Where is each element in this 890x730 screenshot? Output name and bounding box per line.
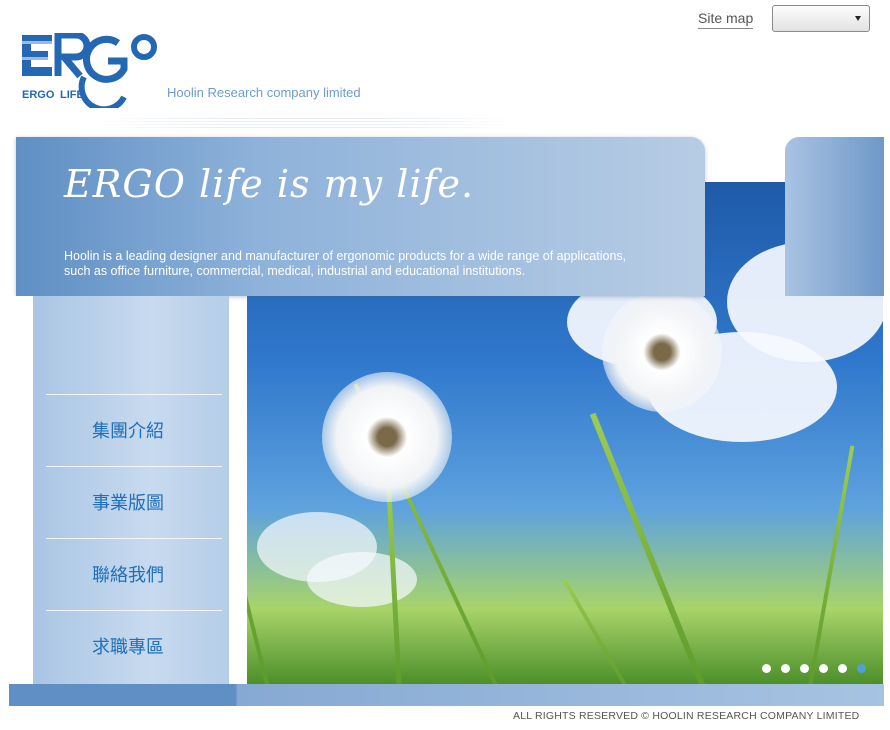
banner-description-line2: such as office furniture, commercial, me… <box>64 264 526 278</box>
hero-banner-side <box>785 137 884 296</box>
slide-dot-1[interactable] <box>762 664 771 673</box>
banner-description-line1: Hoolin is a leading designer and manufac… <box>64 249 627 263</box>
chevron-down-icon <box>855 16 861 21</box>
dandelion-icon <box>602 292 722 412</box>
menu-item-business[interactable]: 事業版圖 <box>40 467 216 537</box>
menu-edge <box>9 296 33 684</box>
slide-dot-5[interactable] <box>838 664 847 673</box>
sitemap-link[interactable]: Site map <box>698 10 754 29</box>
company-tagline: Hoolin Research company limited <box>167 85 361 100</box>
slideshow-pagination <box>762 664 866 673</box>
menu-item-about[interactable]: 集團介紹 <box>40 395 216 465</box>
dandelion-icon <box>322 372 452 502</box>
header-divider <box>95 118 515 130</box>
slide-dot-3[interactable] <box>800 664 809 673</box>
slide-dot-4[interactable] <box>819 664 828 673</box>
language-select[interactable] <box>772 5 870 32</box>
copyright-text: ALL RIGHTS RESERVED © HOOLIN RESEARCH CO… <box>513 710 860 722</box>
banner-description: Hoolin is a leading designer and manufac… <box>64 249 684 279</box>
ergo-life-logo[interactable]: ERGO LIFE <box>20 31 160 113</box>
menu-item-contact[interactable]: 聯絡我們 <box>40 539 216 609</box>
logo-sub-right: LIFE <box>60 89 84 101</box>
logo-sub-left: ERGO <box>22 89 55 101</box>
menu-item-careers[interactable]: 求職專區 <box>40 611 216 681</box>
footer-bar <box>9 684 884 706</box>
slide-dot-2[interactable] <box>781 664 790 673</box>
banner-slogan: ERGO life is my life. <box>64 162 475 206</box>
logo-graphic: ERGO LIFE <box>22 31 157 113</box>
slide-dot-6[interactable] <box>857 664 866 673</box>
